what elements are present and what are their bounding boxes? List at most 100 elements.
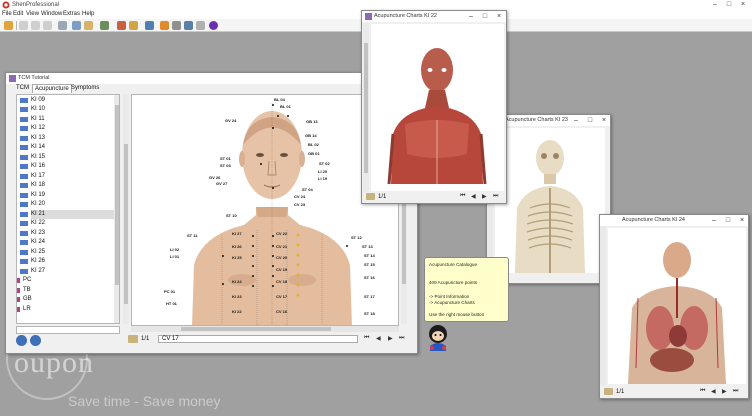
acupoint-marker[interactable] — [272, 265, 274, 267]
acupuncture-chart-view[interactable]: BL 04 BL 01 GV 24 GB 13 GB 14 BL 02 GB 0… — [131, 94, 399, 326]
tree-scrollbar[interactable] — [114, 95, 119, 323]
print-icon[interactable] — [58, 21, 67, 30]
acupoint-marker[interactable] — [272, 285, 274, 287]
menu-extras[interactable]: Extras — [63, 11, 80, 17]
menu-window[interactable]: Window — [41, 11, 62, 17]
tree-horizontal-scrollbar[interactable] — [16, 326, 120, 334]
tree-item[interactable]: KI 15 — [20, 153, 117, 162]
minimize-icon[interactable]: – — [464, 11, 478, 22]
acupoint-marker[interactable] — [252, 235, 254, 237]
acupoint-marker[interactable] — [252, 265, 254, 267]
paste-icon[interactable] — [43, 21, 52, 30]
acupoint-marker[interactable] — [272, 127, 274, 129]
maximize-icon[interactable]: □ — [583, 115, 597, 126]
scrollbar-thumb[interactable] — [181, 327, 331, 331]
tree-item[interactable]: KI 11 — [20, 115, 117, 124]
acupoint-marker[interactable] — [272, 255, 274, 257]
image-horizontal-scrollbar[interactable] — [131, 326, 399, 332]
tools-icon[interactable] — [172, 21, 181, 30]
tree-item[interactable]: KI 12 — [20, 124, 117, 133]
formula-icon[interactable] — [145, 21, 154, 30]
tree-item[interactable]: KI 25 — [20, 248, 117, 257]
tree-item[interactable]: KI 10 — [20, 105, 117, 114]
settings-icon[interactable] — [184, 21, 193, 30]
acupoint-marker[interactable] — [272, 275, 274, 277]
chart-scrollbar[interactable] — [363, 23, 369, 193]
maximize-icon[interactable]: □ — [722, 0, 736, 10]
tree-item[interactable]: KI 19 — [20, 191, 117, 200]
tree-item[interactable]: KI 22 — [20, 219, 117, 228]
tab-symptoms[interactable]: Symptoms — [69, 84, 101, 92]
acupoint-marker[interactable] — [277, 115, 279, 117]
maximize-icon[interactable]: □ — [478, 11, 492, 22]
mascot-icon[interactable] — [425, 324, 451, 352]
scrollbar-thumb[interactable] — [364, 43, 368, 173]
first-page-icon[interactable]: ⏮ — [460, 193, 465, 200]
search-icon[interactable] — [72, 21, 81, 30]
close-icon[interactable]: × — [597, 115, 611, 126]
first-page-icon[interactable]: ⏮ — [700, 388, 705, 395]
patient-icon[interactable] — [100, 21, 109, 30]
close-icon[interactable]: × — [736, 0, 750, 10]
scrollbar-thumb[interactable] — [115, 105, 119, 285]
tree-item[interactable]: KI 18 — [20, 181, 117, 190]
acupoint-marker[interactable] — [272, 187, 274, 189]
menu-edit[interactable]: Edit — [13, 11, 23, 17]
acupoint-marker[interactable] — [252, 275, 254, 277]
book-icon[interactable] — [84, 21, 93, 30]
forward-nav-icon[interactable] — [30, 335, 41, 346]
acupoint-marker[interactable] — [252, 285, 254, 287]
tab-acupuncture[interactable]: Acupuncture — [32, 84, 72, 93]
help-icon[interactable] — [209, 21, 218, 30]
tree-item-selected[interactable]: KI 21 — [20, 209, 117, 219]
dropdown-icon[interactable] — [196, 21, 205, 30]
tree-item[interactable]: KI 09 — [20, 96, 117, 105]
chart-scrollbar[interactable] — [600, 226, 606, 386]
home-icon[interactable] — [4, 21, 13, 30]
tree-item[interactable]: KI 17 — [20, 172, 117, 181]
next-page-icon[interactable]: ▶ — [388, 335, 393, 342]
tree-item[interactable]: KI 26 — [20, 257, 117, 266]
next-page-icon[interactable]: ▶ — [722, 388, 727, 395]
tab-tcm[interactable]: TCM — [14, 84, 31, 92]
prev-page-icon[interactable]: ◀ — [376, 335, 381, 342]
edit-icon[interactable] — [160, 21, 169, 30]
acupoint-marker[interactable] — [272, 235, 274, 237]
tree-item[interactable]: KI 14 — [20, 143, 117, 152]
back-nav-icon[interactable] — [16, 335, 27, 346]
tree-item[interactable]: KI 23 — [20, 229, 117, 238]
acupoint-marker[interactable] — [252, 255, 254, 257]
acupoint-marker[interactable] — [272, 104, 274, 106]
image-left-scrollbar[interactable] — [123, 94, 129, 324]
minimize-icon[interactable]: – — [707, 215, 721, 226]
acupoint-marker[interactable] — [222, 255, 224, 257]
tree-item[interactable]: KI 20 — [20, 200, 117, 209]
minimize-icon[interactable]: – — [569, 115, 583, 126]
last-page-icon[interactable]: ⏭ — [493, 193, 498, 200]
acupoint-marker[interactable] — [272, 245, 274, 247]
tree-item-meridian[interactable]: PC — [17, 276, 109, 285]
next-page-icon[interactable]: ▶ — [482, 193, 487, 200]
acupoint-marker[interactable] — [287, 115, 289, 117]
tree-item-meridian[interactable]: TB — [17, 286, 109, 295]
tree-item-meridian[interactable]: LR — [17, 305, 109, 314]
tree-item[interactable]: KI 27 — [20, 267, 117, 276]
tree-item[interactable]: KI 24 — [20, 238, 117, 247]
acupoint-marker[interactable] — [222, 283, 224, 285]
menu-help[interactable]: Help — [82, 11, 94, 17]
maximize-icon[interactable]: □ — [721, 215, 735, 226]
acupoint-marker[interactable] — [346, 245, 348, 247]
scrollbar-thumb[interactable] — [124, 144, 128, 304]
cut-icon[interactable] — [19, 21, 28, 30]
acupuncture-icon[interactable] — [117, 21, 126, 30]
minimize-icon[interactable]: – — [708, 0, 722, 10]
point-field[interactable]: CV 17 — [158, 335, 358, 343]
tree-item-meridian[interactable]: GB — [17, 295, 109, 304]
close-icon[interactable]: × — [735, 215, 749, 226]
menu-file[interactable]: File — [2, 11, 12, 17]
tree-item[interactable]: KI 16 — [20, 162, 117, 171]
copy-icon[interactable] — [31, 21, 40, 30]
last-page-icon[interactable]: ⏭ — [733, 388, 738, 395]
prev-page-icon[interactable]: ◀ — [471, 193, 476, 200]
acupoint-marker[interactable] — [260, 163, 262, 165]
